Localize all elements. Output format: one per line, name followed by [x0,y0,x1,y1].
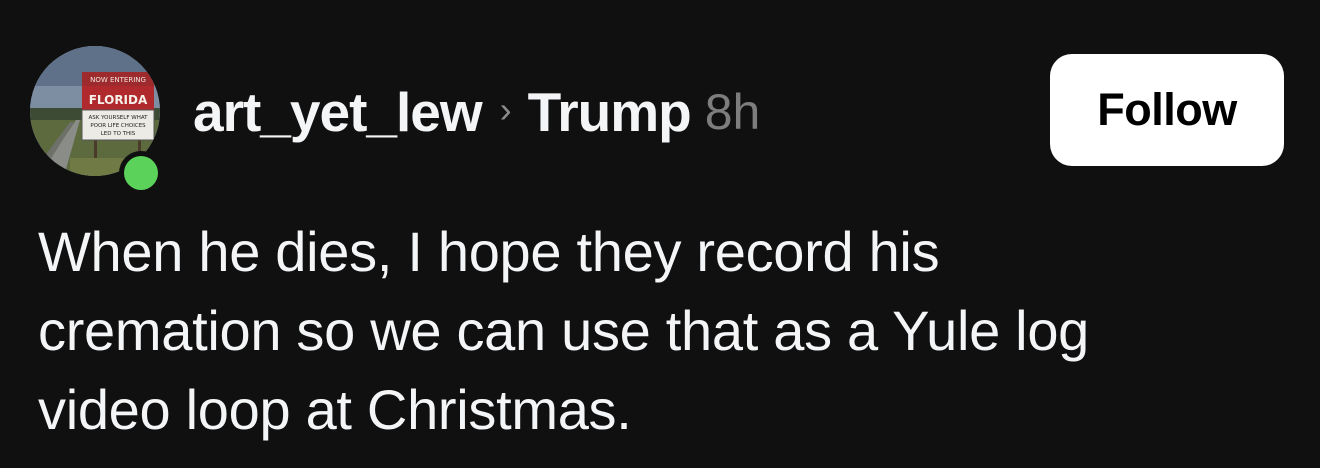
post-body-line: cremation so we can use that as a Yule l… [38,299,1090,362]
sign-text-line3: LED TO THIS [101,131,136,137]
chevron-right-icon: › [499,89,512,130]
post-body-line: video loop at Christmas. [38,378,632,441]
follow-button[interactable]: Follow [1050,54,1284,166]
sign-text-main: FLORIDA [89,93,148,107]
sign-text-top: NOW ENTERING [90,76,146,84]
sign-text-line2: POOR LIFE CHOICES [90,123,146,129]
topic-tag[interactable]: Trump [528,80,692,144]
sign-text-line1: ASK YOURSELF WHAT [88,115,148,121]
post-header: art_yet_lew › Trump 8h [193,80,760,144]
author-username[interactable]: art_yet_lew [193,80,483,144]
thread-post: NOW ENTERING FLORIDA ASK YOURSELF WHAT P… [0,0,1320,468]
author-avatar[interactable]: NOW ENTERING FLORIDA ASK YOURSELF WHAT P… [30,46,160,190]
post-body: When he dies, I hope they record his cre… [38,212,1278,449]
online-status-dot [124,156,158,190]
post-timestamp: 8h [704,84,761,140]
post-body-line: When he dies, I hope they record his [38,220,940,283]
